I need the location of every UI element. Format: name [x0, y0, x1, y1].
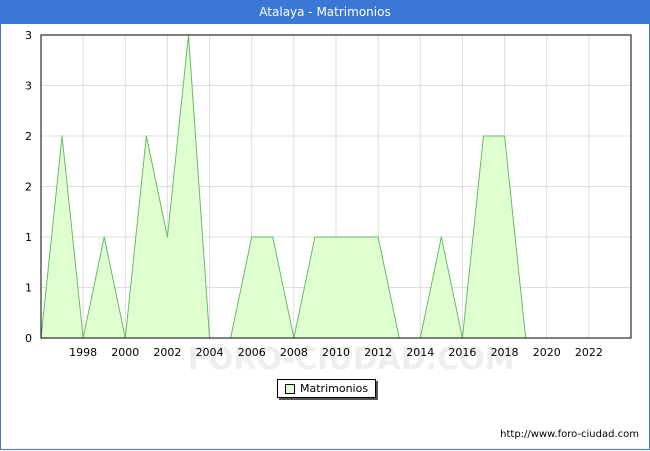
source-credit: http://www.foro-ciudad.com [500, 429, 639, 440]
y-tick-label: 2 [25, 181, 32, 194]
x-tick-label: 2022 [575, 346, 603, 359]
x-tick-label: 2014 [406, 346, 434, 359]
legend-label-matrimonios: Matrimonios [300, 382, 369, 395]
data-point-matrimonios [166, 236, 169, 238]
y-tick-label: 0 [25, 332, 32, 345]
data-point-matrimonios [103, 236, 105, 238]
x-tick-label: 2018 [491, 346, 519, 359]
x-tick-label: 2016 [448, 346, 476, 359]
data-point-matrimonios [314, 236, 316, 238]
chart-frame: Atalaya - Matrimonios FORO-CIUDAD.COM 199… [0, 0, 650, 450]
data-point-matrimonios [356, 236, 358, 238]
x-tick-label: 2020 [533, 346, 561, 359]
y-tick-label: 3 [25, 80, 32, 93]
data-point-matrimonios [377, 236, 379, 238]
y-tick-label: 1 [25, 231, 32, 244]
x-tick-label: 2010 [322, 346, 350, 359]
data-point-matrimonios [482, 135, 485, 137]
data-point-matrimonios [145, 135, 147, 137]
x-tick-label: 1998 [69, 346, 97, 359]
data-point-matrimonios [335, 236, 337, 238]
x-tick-label: 2008 [280, 346, 308, 359]
x-tick-label: 2002 [153, 346, 181, 359]
data-point-matrimonios [440, 236, 442, 238]
x-tick-label: 2004 [196, 346, 224, 359]
y-tick-label: 1 [25, 282, 32, 295]
data-point-matrimonios [251, 236, 253, 238]
data-point-matrimonios [503, 135, 506, 137]
x-tick-label: 2000 [111, 346, 139, 359]
y-tick-label: 2 [25, 130, 32, 143]
legend-swatch-matrimonios [285, 384, 295, 394]
y-tick-label: 3 [25, 29, 32, 42]
data-point-matrimonios [272, 236, 274, 238]
x-tick-label: 2012 [364, 346, 392, 359]
data-point-matrimonios [61, 135, 63, 137]
x-tick-label: 2006 [238, 346, 266, 359]
chart-legend: Matrimonios [277, 379, 376, 398]
